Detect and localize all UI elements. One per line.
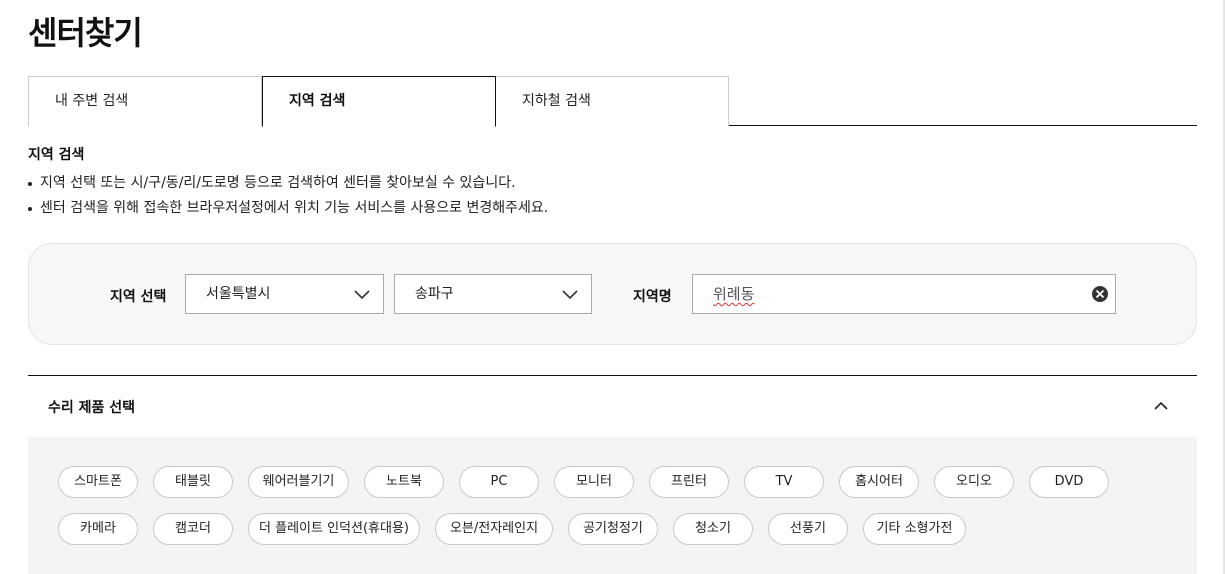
district-select[interactable]: 송파구 <box>394 274 592 314</box>
chevron-up-icon[interactable] <box>1153 398 1169 414</box>
product-chip-printer[interactable]: 프린터 <box>649 466 729 498</box>
section-title: 지역 검색 <box>28 147 85 163</box>
tab-nearby-search[interactable]: 내 주변 검색 <box>28 76 262 126</box>
product-chip-oven-microwave[interactable]: 오븐/전자레인지 <box>435 513 553 545</box>
region-name-input[interactable]: 위례동 <box>692 274 1116 314</box>
chevron-down-icon <box>562 290 578 300</box>
product-chip-wearable[interactable]: 웨어러블기기 <box>248 466 349 498</box>
tab-subway-search[interactable]: 지하철 검색 <box>495 76 729 126</box>
product-chip-home-theater[interactable]: 홈시어터 <box>839 466 919 498</box>
search-tabs: 내 주변 검색 지역 검색 지하철 검색 <box>28 76 1197 127</box>
tab-region-search[interactable]: 지역 검색 <box>262 76 496 127</box>
chevron-down-icon <box>354 290 370 300</box>
product-chip-laptop[interactable]: 노트북 <box>364 466 444 498</box>
product-chip-tablet[interactable]: 태블릿 <box>153 466 233 498</box>
product-chip-audio[interactable]: 오디오 <box>934 466 1014 498</box>
district-select-value: 송파구 <box>415 286 454 302</box>
region-select-label: 지역 선택 <box>110 289 167 305</box>
page-title: 센터찾기 <box>28 14 143 52</box>
product-chip-portable-induction[interactable]: 더 플레이트 인덕션(휴대용) <box>248 513 420 545</box>
region-name-value: 위례동 <box>713 285 755 303</box>
product-chip-vacuum[interactable]: 청소기 <box>673 513 753 545</box>
product-chip-smartphone[interactable]: 스마트폰 <box>58 466 138 498</box>
city-select-value: 서울특별시 <box>206 286 271 302</box>
city-select[interactable]: 서울특별시 <box>185 274 384 314</box>
product-chip-camera[interactable]: 카메라 <box>58 513 138 545</box>
product-select-header[interactable]: 수리 제품 선택 <box>28 375 1197 437</box>
guide-list: 지역 선택 또는 시/구/동/리/도로명 등으로 검색하여 센터를 찾아보실 수… <box>28 171 548 221</box>
product-chip-pc[interactable]: PC <box>459 466 539 498</box>
clear-circle-icon[interactable] <box>1091 285 1109 303</box>
product-select-title: 수리 제품 선택 <box>48 400 136 416</box>
product-chip-other-appliances[interactable]: 기타 소형가전 <box>863 513 966 545</box>
guide-item: 지역 선택 또는 시/구/동/리/도로명 등으로 검색하여 센터를 찾아보실 수… <box>28 171 548 196</box>
product-chip-monitor[interactable]: 모니터 <box>554 466 634 498</box>
product-chip-fan[interactable]: 선풍기 <box>768 513 848 545</box>
product-chip-camcorder[interactable]: 캠코더 <box>153 513 233 545</box>
product-chip-dvd[interactable]: DVD <box>1029 466 1109 498</box>
region-name-label: 지역명 <box>633 289 672 305</box>
product-chip-air-purifier[interactable]: 공기청정기 <box>568 513 658 545</box>
region-search-panel: 지역 선택 서울특별시 송파구 지역명 위례동 <box>28 243 1197 345</box>
product-chip-area: 스마트폰 태블릿 웨어러블기기 노트북 PC 모니터 프린터 TV 홈시어터 오… <box>28 437 1197 574</box>
guide-item: 센터 검색을 위해 접속한 브라우저설정에서 위치 기능 서비스를 사용으로 변… <box>28 196 548 221</box>
product-chip-tv[interactable]: TV <box>744 466 824 498</box>
